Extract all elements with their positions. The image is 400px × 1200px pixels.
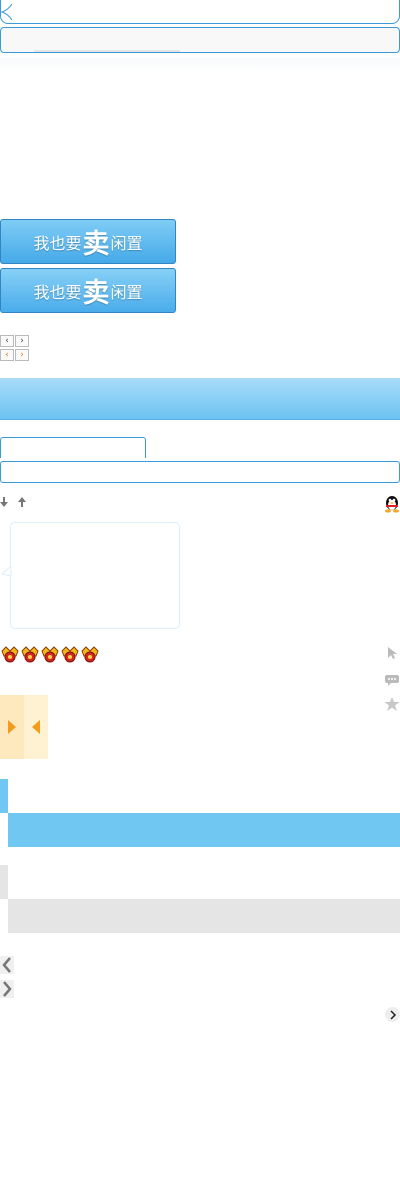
carousel-next-button[interactable] — [0, 695, 24, 759]
tab-bar-inactive[interactable] — [8, 899, 400, 933]
sell-idle-button-hover[interactable]: 我也要卖闲置 — [0, 268, 176, 313]
crown-medal-icon — [41, 646, 59, 663]
crown-medal-icon — [61, 646, 79, 663]
star-icon[interactable] — [384, 697, 400, 711]
sell-button-emphasis: 卖 — [82, 229, 110, 260]
popup-panel — [10, 522, 180, 629]
sell-idle-button[interactable]: 我也要卖闲置 — [0, 219, 176, 264]
sell-button-suffix: 闲置 — [110, 282, 143, 302]
sell-button-prefix: 我也要 — [33, 233, 82, 253]
crown-medal-icon — [21, 646, 39, 663]
tab-marker-active — [0, 779, 8, 813]
panel-notch-icon — [2, 566, 12, 576]
arrow-up-icon[interactable] — [18, 497, 26, 507]
carousel-prev-button[interactable] — [24, 695, 48, 759]
triangle-left-icon — [32, 720, 40, 734]
arrow-down-icon[interactable] — [0, 497, 8, 507]
cursor-icon[interactable] — [384, 646, 400, 660]
chevron-left-icon[interactable]: ‹ — [0, 335, 14, 347]
chevron-left-icon — [2, 957, 11, 973]
prev-button[interactable] — [0, 956, 14, 974]
chevron-right-icon — [3, 981, 12, 997]
tab-marker-inactive — [0, 865, 8, 899]
sell-button-suffix: 闲置 — [110, 233, 143, 253]
top-bubble — [0, 0, 400, 24]
mini-pager: ‹ › — [0, 335, 30, 349]
triangle-right-icon — [8, 720, 16, 734]
crown-medal-icon — [1, 646, 19, 663]
sell-button-emphasis: 卖 — [82, 278, 110, 309]
comment-icon[interactable] — [384, 673, 400, 687]
mini-pager-active: ‹ › — [0, 349, 30, 363]
tab-bar-active[interactable] — [8, 813, 400, 847]
chevron-right-icon[interactable]: › — [15, 335, 29, 347]
header-band — [0, 378, 400, 420]
medal-row — [0, 645, 100, 663]
qq-penguin-icon[interactable] — [384, 495, 400, 513]
search-bar-underline — [34, 50, 180, 52]
chevron-right-icon[interactable]: › — [15, 349, 29, 361]
chevron-right-round-icon — [389, 1009, 396, 1020]
tab-active[interactable] — [0, 437, 146, 458]
carousel-controls — [0, 695, 48, 759]
next-round-button[interactable] — [385, 1007, 400, 1022]
bubble-notch-icon — [0, 4, 12, 20]
shadow-strip — [0, 58, 400, 72]
text-input[interactable] — [0, 461, 400, 483]
crown-medal-icon — [81, 646, 99, 663]
sell-button-prefix: 我也要 — [33, 282, 82, 302]
chevron-left-icon[interactable]: ‹ — [0, 349, 14, 361]
next-button[interactable] — [0, 980, 14, 998]
